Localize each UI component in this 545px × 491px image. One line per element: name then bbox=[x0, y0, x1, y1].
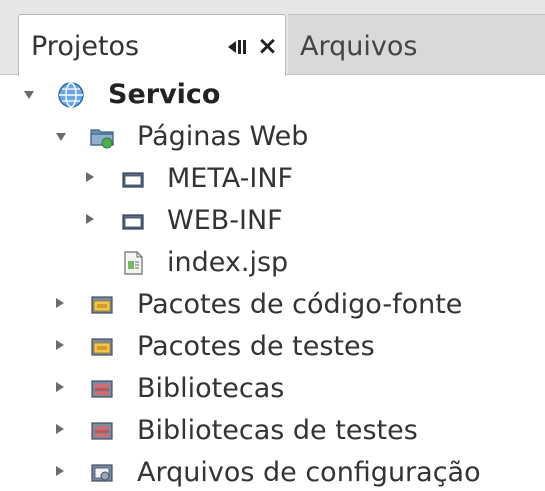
tree-node-index-jsp[interactable]: index.jsp bbox=[0, 243, 545, 285]
collapse-arrow-icon[interactable] bbox=[56, 424, 64, 434]
jsp-file-icon bbox=[119, 249, 147, 277]
collapse-arrow-icon[interactable] bbox=[56, 382, 64, 392]
web-pages-icon bbox=[88, 123, 116, 151]
package-icon bbox=[88, 333, 116, 361]
collapse-arrow-icon[interactable] bbox=[56, 298, 64, 308]
minimize-window-icon[interactable] bbox=[226, 37, 252, 57]
tree-node-label: META-INF bbox=[167, 163, 294, 194]
tree-node-meta-inf[interactable]: META-INF bbox=[0, 159, 545, 201]
tree-node-bibliotecas-testes[interactable]: Bibliotecas de testes bbox=[0, 411, 545, 453]
tree-node-label: index.jsp bbox=[167, 247, 289, 278]
library-icon bbox=[88, 375, 116, 403]
tab-projetos[interactable]: Projetos × bbox=[18, 14, 286, 76]
collapse-arrow-icon[interactable] bbox=[86, 172, 94, 182]
project-tree: Servico Páginas Web META-INF WEB-INF ind… bbox=[0, 75, 545, 491]
tree-node-web-inf[interactable]: WEB-INF bbox=[0, 201, 545, 243]
tree-node-bibliotecas[interactable]: Bibliotecas bbox=[0, 369, 545, 411]
collapse-arrow-icon[interactable] bbox=[86, 214, 94, 224]
tab-projetos-label: Projetos bbox=[31, 31, 140, 62]
config-icon bbox=[88, 459, 116, 487]
tree-node-label: Servico bbox=[108, 79, 221, 110]
library-icon bbox=[88, 417, 116, 445]
package-icon bbox=[88, 291, 116, 319]
tree-node-servico[interactable]: Servico bbox=[0, 75, 545, 117]
tree-node-label: Páginas Web bbox=[137, 121, 309, 152]
close-tab-icon[interactable]: × bbox=[257, 31, 279, 61]
tree-node-label: WEB-INF bbox=[167, 205, 283, 236]
tab-arquivos[interactable]: Arquivos bbox=[288, 14, 545, 74]
tree-node-label: Bibliotecas bbox=[137, 373, 285, 404]
expand-arrow-icon[interactable] bbox=[24, 91, 34, 99]
tree-node-label: Arquivos de configuração bbox=[137, 457, 481, 488]
folder-icon bbox=[119, 165, 147, 193]
tree-node-label: Pacotes de código-fonte bbox=[137, 289, 463, 320]
tree-node-paginas-web[interactable]: Páginas Web bbox=[0, 117, 545, 159]
collapse-arrow-icon[interactable] bbox=[56, 466, 64, 476]
projects-panel: Projetos × Arquivos Servico Páginas Web … bbox=[0, 0, 545, 491]
tree-node-arquivos-configuracao[interactable]: Arquivos de configuração bbox=[0, 453, 545, 491]
expand-arrow-icon[interactable] bbox=[56, 133, 66, 141]
tree-node-label: Pacotes de testes bbox=[137, 331, 375, 362]
tab-strip: Projetos × Arquivos bbox=[0, 0, 545, 76]
globe-icon bbox=[57, 81, 85, 109]
tree-node-label: Bibliotecas de testes bbox=[137, 415, 418, 446]
folder-icon bbox=[119, 207, 147, 235]
tree-node-pacotes-testes[interactable]: Pacotes de testes bbox=[0, 327, 545, 369]
tree-node-pacotes-codigo-fonte[interactable]: Pacotes de código-fonte bbox=[0, 285, 545, 327]
tab-arquivos-label: Arquivos bbox=[300, 31, 418, 62]
collapse-arrow-icon[interactable] bbox=[56, 340, 64, 350]
